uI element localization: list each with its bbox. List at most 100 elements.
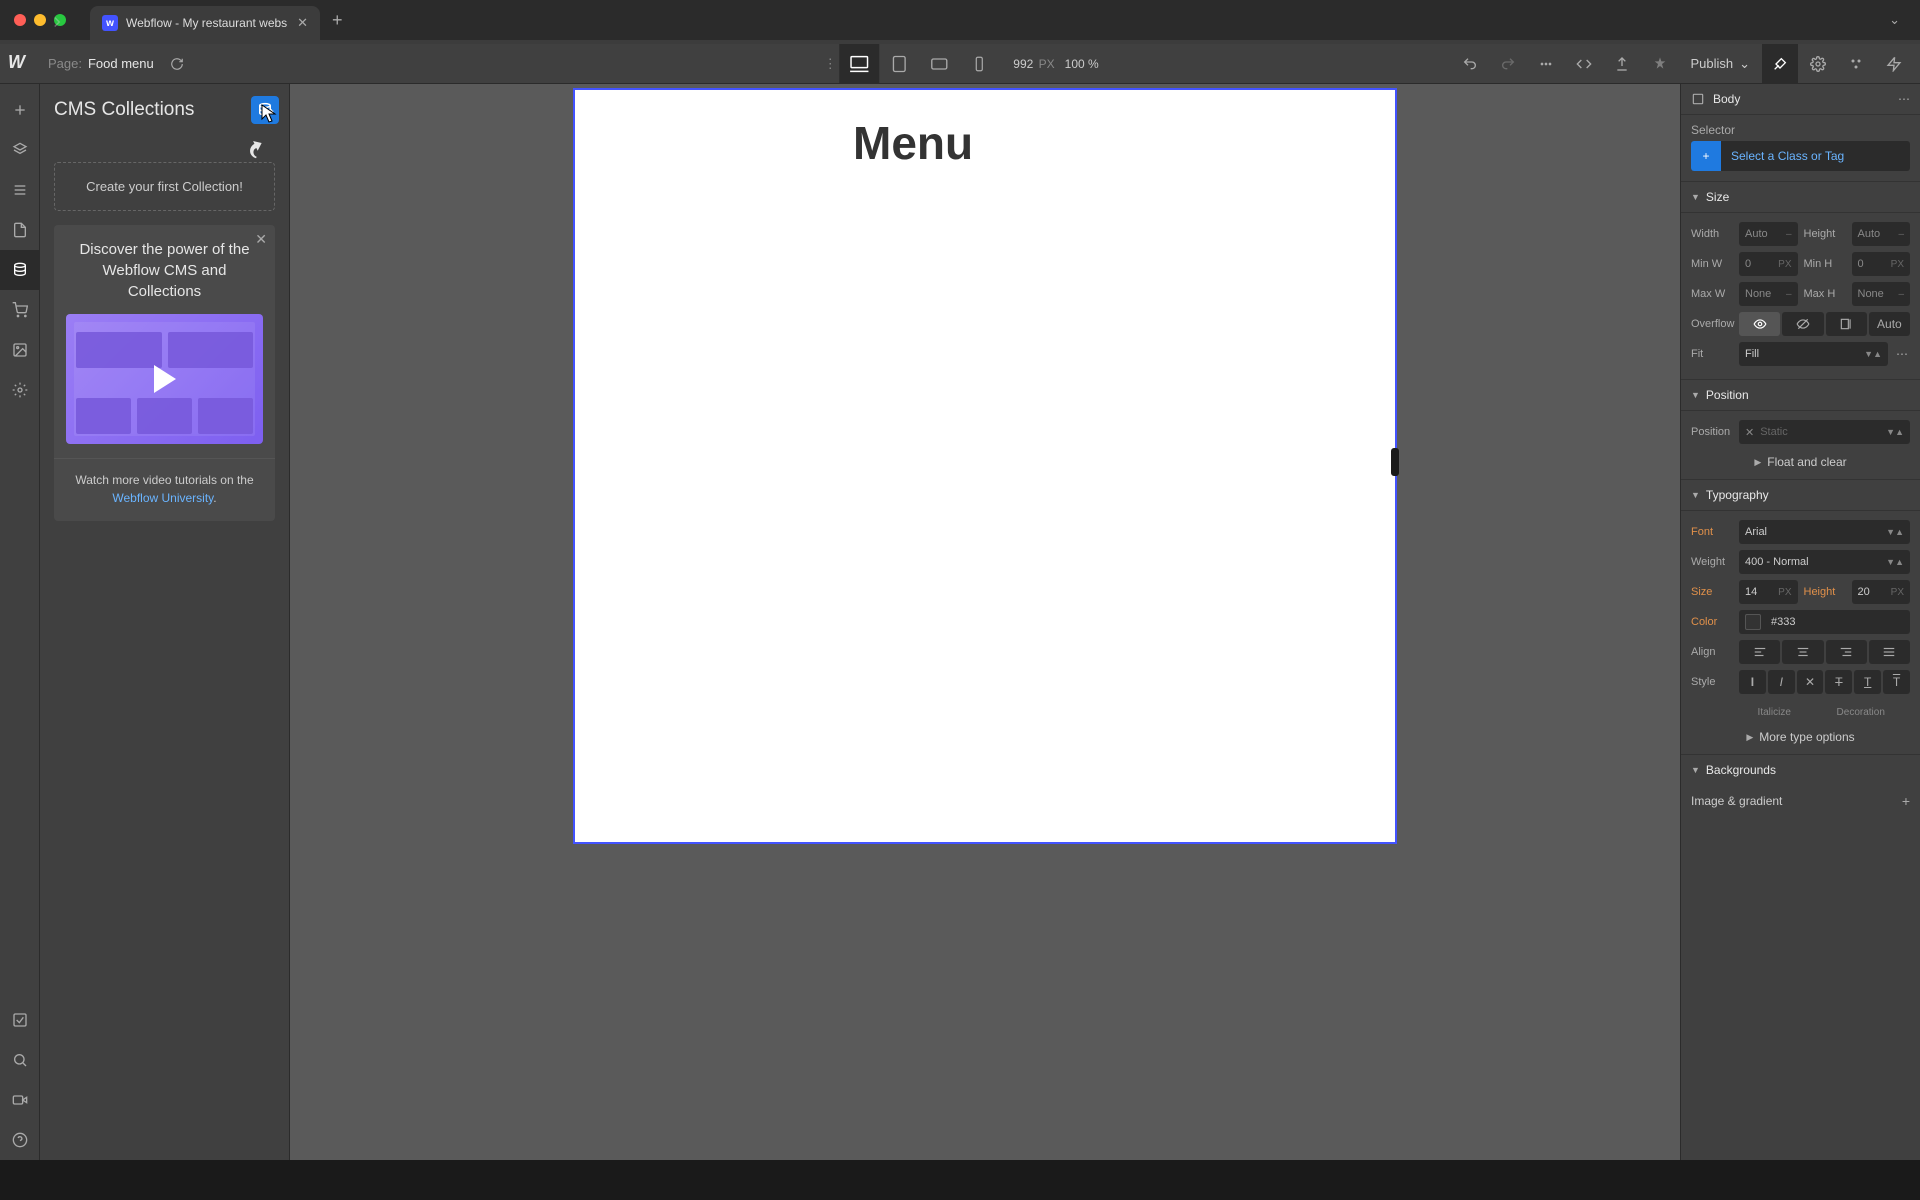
style-tab-icon[interactable] [1762, 44, 1798, 84]
university-link[interactable]: Webflow University [112, 491, 213, 505]
minw-input[interactable]: 0PX [1739, 252, 1798, 276]
width-input[interactable]: Auto– [1739, 222, 1798, 246]
more-type-toggle[interactable]: ▶More type options [1681, 724, 1920, 755]
code-icon[interactable] [1566, 44, 1602, 84]
minh-label: Min H [1804, 258, 1846, 270]
video-rail-icon[interactable] [0, 1080, 40, 1120]
maxw-input[interactable]: None– [1739, 282, 1798, 306]
color-input[interactable]: #333 [1739, 610, 1910, 634]
cms-icon[interactable] [0, 250, 40, 290]
fit-more-icon[interactable]: ⋯ [1894, 347, 1910, 361]
breakpoint-tablet[interactable] [879, 44, 919, 84]
settings-rail-icon[interactable] [0, 370, 40, 410]
breakpoint-mobile[interactable] [959, 44, 999, 84]
new-tab-button[interactable]: + [332, 10, 343, 31]
audit-icon[interactable] [1642, 44, 1678, 84]
width-label: Width [1691, 228, 1733, 240]
align-center[interactable] [1782, 640, 1823, 664]
section-typography[interactable]: ▼Typography [1681, 480, 1920, 511]
publish-button[interactable]: Publish ⌄ [1680, 56, 1760, 72]
tabstrip-chevron-icon[interactable]: ⌄ [1889, 12, 1910, 28]
align-justify[interactable] [1869, 640, 1910, 664]
pages-icon[interactable] [0, 130, 40, 170]
help-rail-icon[interactable] [0, 1120, 40, 1160]
video-thumbnail[interactable] [66, 314, 263, 444]
fit-select[interactable]: Fill▼▲ [1739, 342, 1888, 366]
checkbox-icon[interactable] [0, 1000, 40, 1040]
canvas-area: Menu [290, 84, 1680, 1160]
page-refresh-icon[interactable] [170, 57, 184, 71]
position-select[interactable]: ✕Static ▼▲ [1739, 420, 1910, 444]
decoration-underline[interactable]: T [1854, 670, 1881, 694]
webflow-logo-icon[interactable]: W [8, 52, 32, 76]
browser-tab[interactable]: w Webflow - My restaurant webs ✕ [90, 6, 320, 40]
overflow-scroll[interactable] [1826, 312, 1867, 336]
page-name[interactable]: Food menu [88, 56, 154, 71]
font-select[interactable]: Arial▼▲ [1739, 520, 1910, 544]
section-size[interactable]: ▼Size [1681, 182, 1920, 213]
decoration-strike[interactable]: T [1825, 670, 1852, 694]
breadcrumb-menu-icon[interactable]: ⋯ [1898, 92, 1910, 106]
info-close-icon[interactable]: ✕ [255, 231, 267, 248]
add-element-icon[interactable] [0, 90, 40, 130]
section-backgrounds[interactable]: ▼Backgrounds [1681, 755, 1920, 785]
maxh-input[interactable]: None– [1852, 282, 1911, 306]
section-position[interactable]: ▼Position [1681, 380, 1920, 411]
undo-button[interactable] [1452, 44, 1488, 84]
minh-input[interactable]: 0PX [1852, 252, 1911, 276]
fontsize-input[interactable]: 14PX [1739, 580, 1798, 604]
overflow-hidden[interactable] [1782, 312, 1823, 336]
selector-input[interactable]: + Select a Class or Tag [1691, 141, 1910, 171]
italicize-sublabel: Italicize [1737, 707, 1811, 718]
bg-add-button[interactable]: + [1902, 793, 1910, 809]
breakpoint-desktop[interactable] [839, 44, 879, 84]
decoration-none[interactable]: ✕ [1797, 670, 1824, 694]
float-clear-toggle[interactable]: ▶Float and clear [1681, 449, 1920, 480]
overflow-buttons: Auto [1739, 312, 1910, 336]
tab-close-icon[interactable]: ✕ [297, 15, 308, 31]
canvas-width: 992 PX [1013, 57, 1054, 71]
align-right[interactable] [1826, 640, 1867, 664]
arrow-hint-icon [40, 136, 289, 162]
stylemanager-tab-icon[interactable] [1838, 44, 1874, 84]
align-left[interactable] [1739, 640, 1780, 664]
canvas-heading[interactable]: Menu [575, 90, 1395, 170]
interactions-tab-icon[interactable] [1876, 44, 1912, 84]
canvas-resize-handle[interactable] [1391, 448, 1399, 476]
redo-button[interactable] [1490, 44, 1526, 84]
align-label: Align [1691, 646, 1733, 658]
minw-label: Min W [1691, 258, 1733, 270]
breakpoint-landscape[interactable] [919, 44, 959, 84]
comments-icon[interactable] [1528, 44, 1564, 84]
export-icon[interactable] [1604, 44, 1640, 84]
components-icon[interactable] [0, 210, 40, 250]
ecommerce-icon[interactable] [0, 290, 40, 330]
window-close-dot[interactable] [14, 14, 26, 26]
weight-label: Weight [1691, 556, 1733, 568]
create-collection-hint[interactable]: Create your first Collection! [54, 162, 275, 211]
breakpoint-menu-icon[interactable]: ⋮ [821, 56, 839, 72]
info-heading: Discover the power of the Webflow CMS an… [66, 239, 263, 302]
style-regular[interactable]: I [1739, 670, 1766, 694]
settings-tab-icon[interactable] [1800, 44, 1836, 84]
weight-select[interactable]: 400 - Normal▼▲ [1739, 550, 1910, 574]
height-input[interactable]: Auto– [1852, 222, 1911, 246]
breadcrumb[interactable]: Body [1713, 92, 1890, 106]
forward-button[interactable] [48, 13, 68, 31]
color-label: Color [1691, 616, 1733, 628]
decoration-overline[interactable]: T [1883, 670, 1910, 694]
chevron-down-icon: ⌄ [1739, 56, 1750, 72]
overflow-visible[interactable] [1739, 312, 1780, 336]
overflow-auto[interactable]: Auto [1869, 312, 1910, 336]
selector-add-icon[interactable]: + [1691, 141, 1721, 171]
window-min-dot[interactable] [34, 14, 46, 26]
create-collection-button[interactable] [251, 96, 279, 124]
canvas-zoom[interactable]: 100 % [1065, 57, 1099, 71]
navigator-icon[interactable] [0, 170, 40, 210]
lineheight-input[interactable]: 20PX [1852, 580, 1911, 604]
canvas[interactable]: Menu [575, 90, 1395, 842]
search-rail-icon[interactable] [0, 1040, 40, 1080]
assets-icon[interactable] [0, 330, 40, 370]
style-italic[interactable]: I [1768, 670, 1795, 694]
decoration-sublabel: Decoration [1811, 707, 1910, 718]
